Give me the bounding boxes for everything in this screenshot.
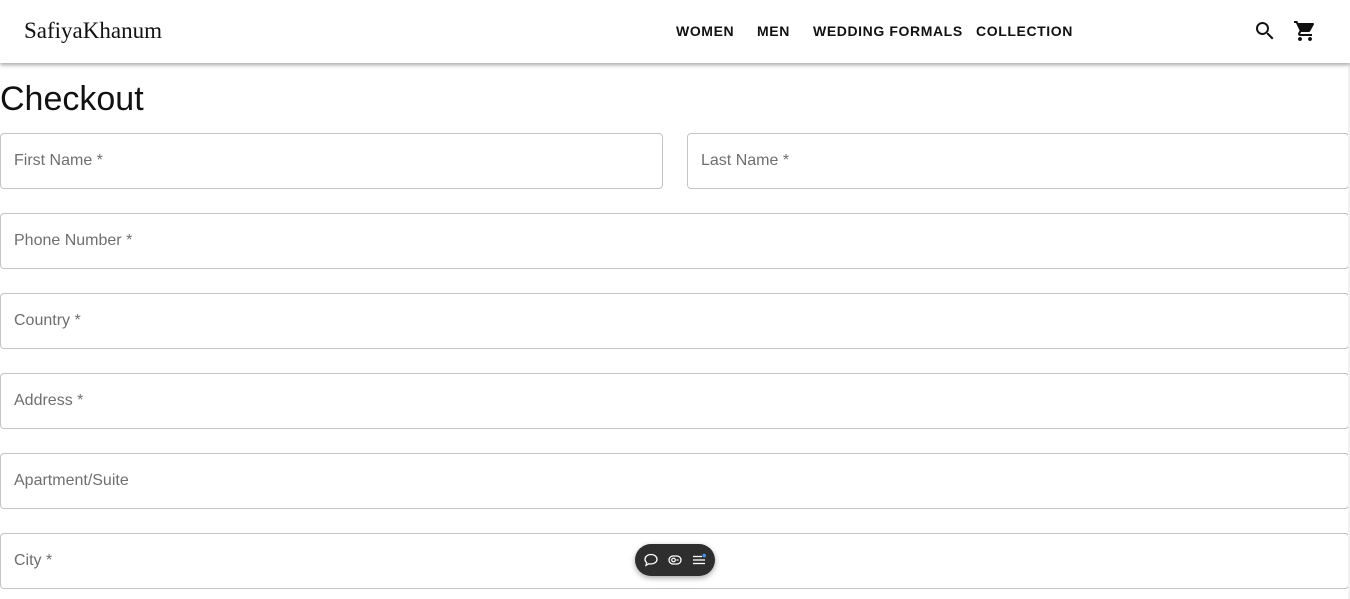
phone-number-field: [0, 213, 1349, 269]
phone-number-input[interactable]: [1, 214, 1348, 268]
first-name-field: [0, 133, 663, 189]
brand-logo[interactable]: SafiyaKhanum: [24, 17, 162, 45]
screen-capture-icon[interactable]: [667, 552, 683, 568]
top-navbar: SafiyaKhanum WOMEN MEN WEDDING FORMALS C…: [0, 0, 1350, 63]
nav-item-collection[interactable]: COLLECTION: [976, 22, 1073, 40]
nav-item-wedding-formals[interactable]: WEDDING FORMALS: [813, 22, 963, 40]
country-input[interactable]: [1, 294, 1348, 348]
last-name-field: [687, 133, 1349, 189]
shopping-cart-icon[interactable]: [1293, 19, 1317, 43]
first-name-input[interactable]: [1, 134, 662, 188]
address-input[interactable]: [1, 374, 1348, 428]
apartment-suite-input[interactable]: [1, 454, 1348, 508]
search-icon[interactable]: [1253, 19, 1277, 43]
address-field: [0, 373, 1349, 429]
nav-item-women[interactable]: WOMEN: [676, 22, 734, 40]
apartment-suite-field: [0, 453, 1349, 509]
country-field: [0, 293, 1349, 349]
last-name-input[interactable]: [688, 134, 1348, 188]
menu-notification-icon[interactable]: [691, 552, 707, 568]
chat-icon[interactable]: [643, 552, 659, 568]
nav-item-men[interactable]: MEN: [757, 22, 790, 40]
page-title: Checkout: [0, 80, 144, 118]
floating-toolbar: [635, 544, 715, 576]
